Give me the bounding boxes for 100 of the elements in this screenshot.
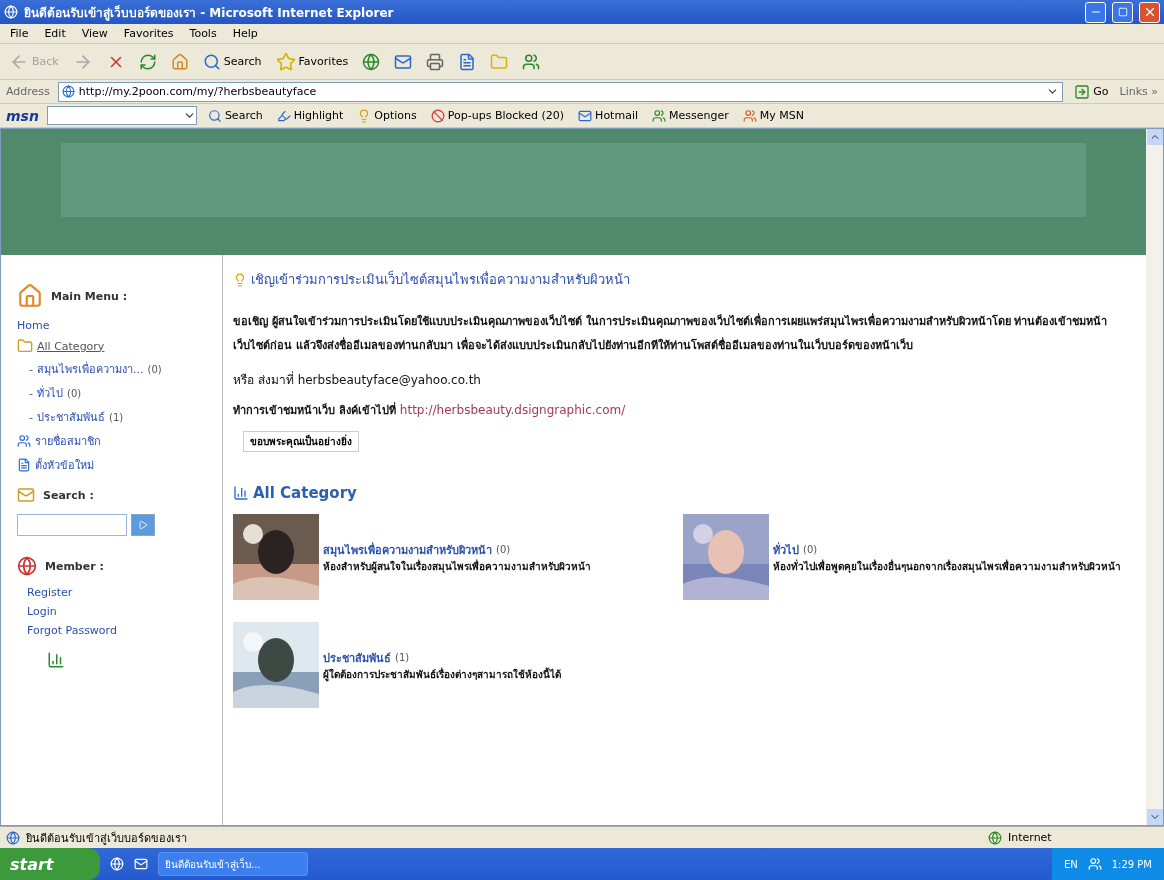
language-indicator[interactable]: EN — [1063, 858, 1078, 870]
star-icon — [275, 51, 296, 72]
msn-search-button[interactable]: Search — [204, 106, 266, 125]
globe-icon — [17, 556, 37, 576]
go-icon — [1074, 83, 1091, 100]
search-go-button[interactable] — [131, 514, 155, 536]
people-icon — [17, 434, 31, 448]
topic-count: (0) — [67, 387, 82, 399]
member-link[interactable]: Login — [17, 605, 212, 618]
folder-icon — [490, 52, 509, 71]
category-description: ห้องสำหรับผู้สนใจในเรื่องสมุนไพรเพื่อความงามสำหรับผิวหน้า — [323, 560, 591, 572]
topic-count: (0) — [496, 544, 511, 555]
menu-item[interactable]: Edit — [40, 25, 70, 42]
scrollbar[interactable] — [1146, 129, 1163, 825]
topic-count: (0) — [147, 363, 162, 375]
category-link[interactable]: ประชาสัมพันธ์ — [37, 408, 105, 426]
search-field[interactable] — [17, 514, 127, 536]
zone-text: Internet — [1008, 831, 1053, 844]
document-icon — [17, 458, 31, 472]
address-label: Address — [6, 85, 50, 98]
topic-count: (0) — [803, 544, 818, 555]
category-link[interactable]: สมุนไพรเพื่อความงา... — [37, 360, 144, 378]
email-text: หรือ ส่งมาที่ herbsbeautyface@yahoo.co.th — [233, 370, 482, 389]
document-icon — [458, 52, 477, 71]
sidebar-link[interactable]: รายชื่อสมาชิก — [35, 432, 101, 450]
menu-heading: Main Menu : — [51, 289, 128, 303]
page-icon — [4, 5, 18, 19]
category-title[interactable]: ประชาสัมพันธ์ — [323, 648, 391, 667]
announcement-text: ขอเชิญ ผู้สนใจเข้าร่วมการประเมินโดยใช้แบบประเมินคุณภาพของเว็บไซต์ ในการประเมินคุณภาพของเว็บไซต์เพื่อการเผยแพร่สมุนไพรเพื่อความงามสำหรับผิวหน้าโดย ท่านต้องเข้าชมหน้าเว็บไซต์ก่อน แล้วจึงส่งชื่ออีเมลของท่านกลับมา เพื่อจะได้ส่งแบบประเมินกลับไปยังท่านอีกทีให้ท่านโพสต์ชื่ออีเมลของท่านในเว็บบอร์ดของหน้าเว็บ — [233, 312, 1109, 354]
clock: 1:29 PM — [1111, 858, 1152, 870]
topic-count: (1) — [109, 411, 124, 423]
stats-icon — [47, 651, 65, 669]
bullet: - — [29, 362, 33, 376]
bullet: - — [29, 386, 33, 400]
hotmail-button[interactable]: Hotmail — [575, 106, 641, 125]
favorites-button[interactable]: Favorites — [272, 49, 352, 74]
menu-item[interactable]: Help — [228, 25, 262, 42]
menu-item[interactable]: Tools — [185, 25, 221, 42]
browser-icon — [110, 857, 124, 871]
maximize-icon — [1117, 7, 1128, 17]
bullet: - — [29, 410, 33, 424]
menu-item[interactable]: View — [77, 25, 112, 42]
play-icon — [138, 520, 148, 530]
home-icon — [170, 52, 189, 71]
status-text: ยินดีต้อนรับเข้าสู่เว็บบอร์ดของเรา — [26, 830, 188, 847]
member-heading: Member : — [45, 559, 104, 573]
people-icon — [652, 108, 666, 123]
people-icon — [522, 52, 541, 71]
refresh-icon — [138, 52, 157, 71]
messenger-button[interactable]: Messenger — [649, 106, 732, 125]
blocked-icon — [430, 108, 445, 123]
globe-icon — [988, 830, 1002, 845]
envelope-icon — [17, 486, 35, 504]
start-button[interactable]: start — [0, 848, 100, 880]
msn-search-field[interactable] — [46, 106, 197, 125]
print-icon — [426, 52, 445, 71]
sidebar-link[interactable]: ตั้งหัวข้อใหม่ — [35, 456, 94, 474]
home-link[interactable]: Home — [17, 319, 212, 332]
options-button[interactable]: Options — [354, 106, 420, 125]
mail-icon — [134, 857, 148, 871]
maximize-button[interactable] — [1112, 1, 1133, 23]
search-icon — [207, 108, 222, 123]
category-link[interactable]: All Category — [37, 339, 105, 353]
links-label[interactable]: Links » — [1119, 85, 1158, 98]
folder-icon — [17, 338, 33, 354]
section-title: All Category — [253, 484, 357, 502]
category-title[interactable]: สมุนไพรเพื่อความงามสำหรับผิวหน้า — [323, 540, 492, 559]
mail-icon — [578, 108, 593, 123]
mail-icon — [394, 52, 413, 71]
messenger-icon — [1087, 857, 1102, 871]
address-field[interactable]: http://my.2poon.com/my/?herbsbeautyface — [57, 81, 1064, 102]
highlight-button[interactable]: Highlight — [273, 106, 347, 125]
search-button[interactable]: Search — [199, 50, 265, 73]
category-icon — [233, 485, 249, 501]
bulb-icon — [233, 272, 247, 287]
member-link[interactable]: Forgot Password — [17, 624, 212, 637]
popups-button[interactable]: Pop-ups Blocked (20) — [427, 106, 568, 125]
category-link[interactable]: ทั่วไป — [37, 384, 63, 402]
category-description: ห้องทั่วไปเพื่อพูดคุยในเรื่องอื่นๆนอกจากเรื่องสมุนไพรเพื่อความงามสำหรับผิวหน้า — [773, 560, 1121, 572]
menu-item[interactable]: Favorites — [119, 25, 178, 42]
menu-item[interactable]: File — [6, 25, 33, 42]
category-description: ผู้ใดต้องการประชาสัมพันธ์เรื่องต่างๆสามารถใช้ห้องนี้ได้ — [323, 668, 561, 680]
my-msn-button[interactable]: My MSN — [739, 106, 807, 125]
highlighter-icon — [276, 108, 291, 123]
window-title: ยินดีต้อนรับเข้าสู่เว็บบอร์ดของเรา - Microsoft Internet Explorer — [24, 4, 395, 22]
link-label: ทำการเข้าชมหน้าเว็บ ลิงค์เข้าไปที่ — [233, 401, 396, 419]
msn-logo: msn — [6, 107, 39, 124]
page-icon — [61, 85, 75, 98]
minimize-button[interactable] — [1085, 1, 1106, 23]
taskbar-window[interactable]: ยินดีต้อนรับเข้าสู่เว็บ... — [158, 852, 308, 876]
page-icon — [6, 830, 20, 845]
member-link[interactable]: Register — [17, 586, 212, 599]
go-button[interactable]: Go — [1071, 81, 1112, 102]
topic-count: (1) — [395, 652, 410, 663]
category-title[interactable]: ทั่วไป — [773, 540, 799, 559]
announcement-title: เชิญเข้าร่วมการประเมินเว็บไซต์สมุนไพรเพื่อความงามสำหรับผิวหน้า — [251, 269, 630, 290]
search-heading: Search : — [43, 488, 94, 502]
close-button[interactable] — [1139, 1, 1160, 23]
thanks-text: ขอบพระคุณเป็นอย่างยิ่ง — [243, 431, 359, 452]
site-link[interactable]: http://herbsbeauty.dsigngraphic.com/ — [399, 403, 626, 417]
